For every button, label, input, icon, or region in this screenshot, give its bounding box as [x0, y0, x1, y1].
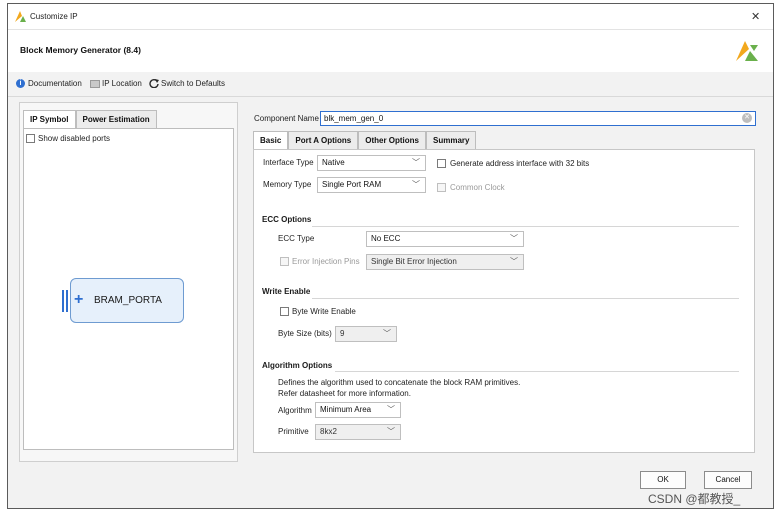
interface-type-label: Interface Type: [263, 158, 314, 167]
memory-type-value: Single Port RAM: [322, 180, 382, 189]
byte-size-label: Byte Size (bits): [278, 329, 332, 338]
ok-button[interactable]: OK: [640, 471, 686, 489]
common-clock-checkbox[interactable]: [437, 183, 446, 192]
algorithm-options-title: Algorithm Options: [262, 361, 333, 370]
component-name-label: Component Name: [254, 114, 319, 123]
close-icon[interactable]: ✕: [751, 10, 760, 23]
gen-address-checkbox[interactable]: [437, 159, 446, 168]
algorithm-value: Minimum Area: [320, 405, 372, 414]
tab-power-estimation[interactable]: Power Estimation: [75, 110, 157, 128]
common-clock-label: Common Clock: [450, 183, 505, 192]
tab-other-options[interactable]: Other Options: [358, 131, 426, 149]
documentation-link[interactable]: Documentation: [28, 79, 82, 88]
bus-bar: [62, 290, 64, 312]
cancel-button[interactable]: Cancel: [704, 471, 752, 489]
left-tabs: IP Symbol Power Estimation: [23, 110, 157, 128]
chevron-down-icon: ﹀: [510, 234, 518, 243]
tab-summary[interactable]: Summary: [426, 131, 477, 149]
toolbar-divider: [8, 96, 773, 97]
refresh-icon[interactable]: [149, 78, 159, 88]
error-injection-select[interactable]: Single Bit Error Injection ﹀: [366, 254, 524, 270]
write-enable-title: Write Enable: [262, 287, 311, 296]
component-name-value: blk_mem_gen_0: [324, 114, 384, 123]
error-injection-label: Error Injection Pins: [292, 257, 360, 266]
algorithm-description: Defines the algorithm used to concatenat…: [278, 378, 521, 387]
ecc-type-value: No ECC: [371, 234, 401, 243]
ip-title: Block Memory Generator (8.4): [20, 45, 141, 55]
title-bar: [8, 4, 773, 30]
bus-bar: [66, 290, 68, 312]
section-divider: [312, 298, 739, 299]
chevron-down-icon: ﹀: [412, 158, 420, 167]
chevron-down-icon: ﹀: [387, 405, 395, 414]
port-label: BRAM_PORTA: [94, 295, 162, 306]
memory-type-label: Memory Type: [263, 180, 312, 189]
config-tabs: Basic Port A Options Other Options Summa…: [253, 131, 477, 149]
tab-port-a-options[interactable]: Port A Options: [288, 131, 359, 149]
chevron-down-icon: ﹀: [412, 180, 420, 189]
info-icon[interactable]: i: [16, 79, 25, 88]
gen-address-label: Generate address interface with 32 bits: [450, 159, 590, 168]
interface-type-select[interactable]: Native ﹀: [317, 155, 426, 171]
tab-basic[interactable]: Basic: [253, 131, 289, 149]
ecc-type-label: ECC Type: [278, 234, 315, 243]
memory-type-select[interactable]: Single Port RAM ﹀: [317, 177, 426, 193]
interface-type-value: Native: [322, 158, 345, 167]
clear-icon[interactable]: ✕: [742, 113, 752, 123]
section-divider: [312, 226, 739, 227]
show-disabled-ports-label: Show disabled ports: [38, 134, 111, 143]
primitive-select[interactable]: 8kx2 ﹀: [315, 424, 401, 440]
window-title: Customize IP: [30, 12, 78, 21]
ecc-options-title: ECC Options: [262, 215, 312, 224]
tab-ip-symbol[interactable]: IP Symbol: [23, 110, 76, 128]
primitive-label: Primitive: [278, 427, 309, 436]
show-disabled-ports-checkbox[interactable]: [26, 134, 35, 143]
byte-write-enable-checkbox[interactable]: [280, 307, 289, 316]
vivado-logo-icon: [736, 41, 758, 61]
section-divider: [335, 371, 739, 372]
folder-icon[interactable]: [90, 80, 100, 88]
chevron-down-icon: ﹀: [510, 257, 518, 266]
byte-size-value: 9: [340, 329, 345, 338]
ecc-type-select[interactable]: No ECC ﹀: [366, 231, 524, 247]
error-injection-value: Single Bit Error Injection: [371, 257, 457, 266]
vivado-logo-icon: [15, 11, 26, 22]
component-name-input[interactable]: blk_mem_gen_0 ✕: [320, 111, 756, 126]
chevron-down-icon: ﹀: [387, 427, 395, 436]
primitive-value: 8kx2: [320, 427, 337, 436]
algorithm-select[interactable]: Minimum Area ﹀: [315, 402, 401, 418]
algorithm-label: Algorithm: [278, 406, 312, 415]
byte-write-enable-label: Byte Write Enable: [292, 307, 356, 316]
algorithm-description-2: Refer datasheet for more information.: [278, 389, 411, 398]
chevron-down-icon: ﹀: [383, 329, 391, 338]
switch-defaults-link[interactable]: Switch to Defaults: [161, 79, 225, 88]
watermark: CSDN @都教授_: [648, 492, 741, 506]
ip-location-link[interactable]: IP Location: [102, 79, 142, 88]
expand-port-icon[interactable]: +: [74, 292, 83, 308]
byte-size-select[interactable]: 9 ﹀: [335, 326, 397, 342]
error-injection-checkbox[interactable]: [280, 257, 289, 266]
